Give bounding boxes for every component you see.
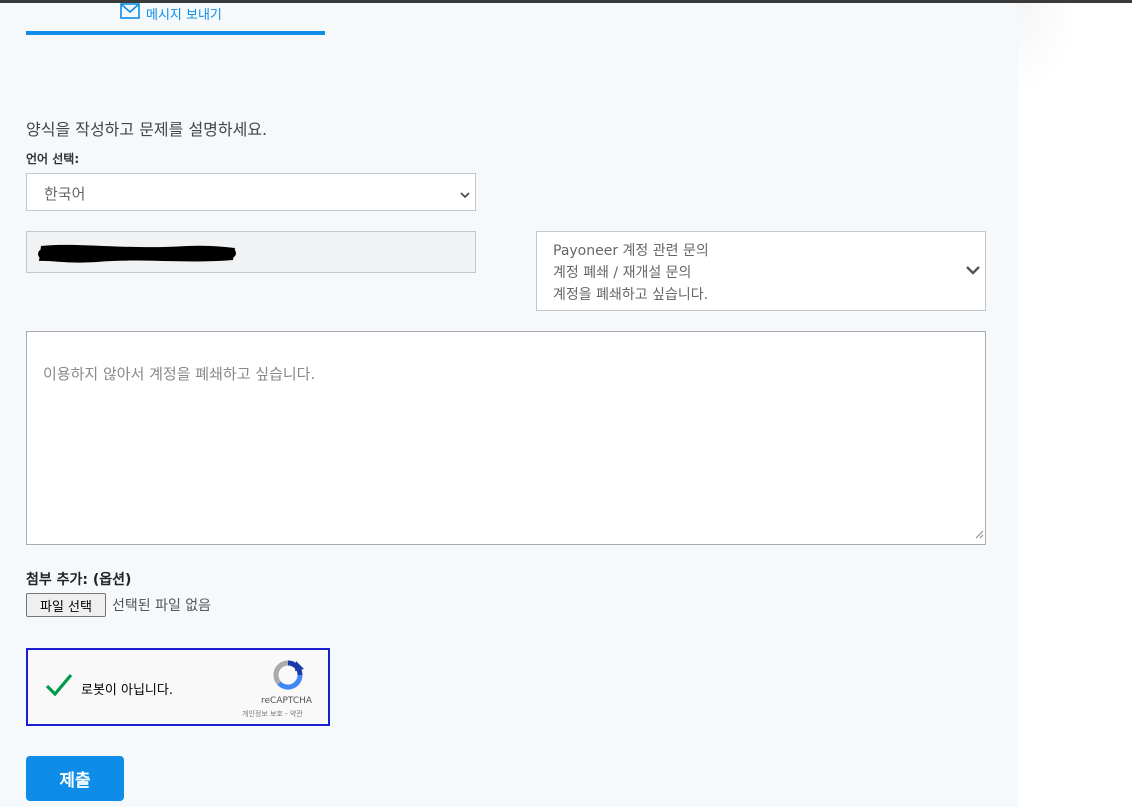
- tab-label: 메시지 보내기: [146, 7, 222, 23]
- captcha-label: 로봇이 아닙니다.: [81, 683, 173, 698]
- submit-button[interactable]: 제출: [26, 756, 124, 801]
- account-name-field[interactable]: [26, 231, 476, 273]
- file-status-text: 선택된 파일 없음: [112, 598, 212, 614]
- topic-select-value: Payoneer 계정 관련 문의 계정 폐쇄 / 재개설 문의 계정을 폐쇄하…: [553, 240, 709, 306]
- redaction-scribble: [38, 244, 236, 263]
- active-tab-indicator: [26, 31, 325, 35]
- recaptcha-brand: reCAPTCHA: [261, 696, 313, 706]
- language-select-value: 한국어: [44, 185, 86, 203]
- topic-line-category: Payoneer 계정 관련 문의: [553, 243, 709, 259]
- side-shadow: [1018, 3, 1078, 93]
- choose-file-button[interactable]: 파일 선택: [26, 593, 106, 617]
- envelope-icon: [120, 3, 140, 23]
- message-text: 이용하지 않아서 계정을 폐쇄하고 싶습니다.: [43, 365, 316, 383]
- recaptcha-logo-icon: [271, 659, 305, 695]
- language-select-label: 언어 선택:: [26, 152, 80, 166]
- attachment-label: 첨부 추가: (옵션): [26, 572, 132, 588]
- message-textarea[interactable]: 이용하지 않아서 계정을 폐쇄하고 싶습니다.: [26, 331, 986, 545]
- recaptcha-widget[interactable]: 로봇이 아닙니다. reCAPTCHA 개인정보 보호 - 약관: [26, 648, 330, 726]
- form-instructions: 양식을 작성하고 문제를 설명하세요.: [26, 120, 268, 139]
- recaptcha-terms-link[interactable]: 개인정보 보호 - 약관: [242, 709, 303, 719]
- tab-content: 메시지 보내기: [120, 3, 222, 23]
- tab-send-message[interactable]: 메시지 보내기: [26, 0, 325, 35]
- topic-line-subcategory: 계정 폐쇄 / 재개설 문의: [553, 265, 692, 281]
- chevron-down-icon: [965, 262, 981, 281]
- resize-handle-icon[interactable]: [974, 524, 984, 543]
- language-select[interactable]: 한국어: [26, 173, 476, 211]
- topic-line-issue: 계정을 폐쇄하고 싶습니다.: [553, 287, 709, 303]
- topic-select[interactable]: Payoneer 계정 관련 문의 계정 폐쇄 / 재개설 문의 계정을 폐쇄하…: [536, 231, 986, 311]
- chevron-down-icon: [459, 186, 471, 205]
- checkmark-icon[interactable]: [44, 672, 74, 702]
